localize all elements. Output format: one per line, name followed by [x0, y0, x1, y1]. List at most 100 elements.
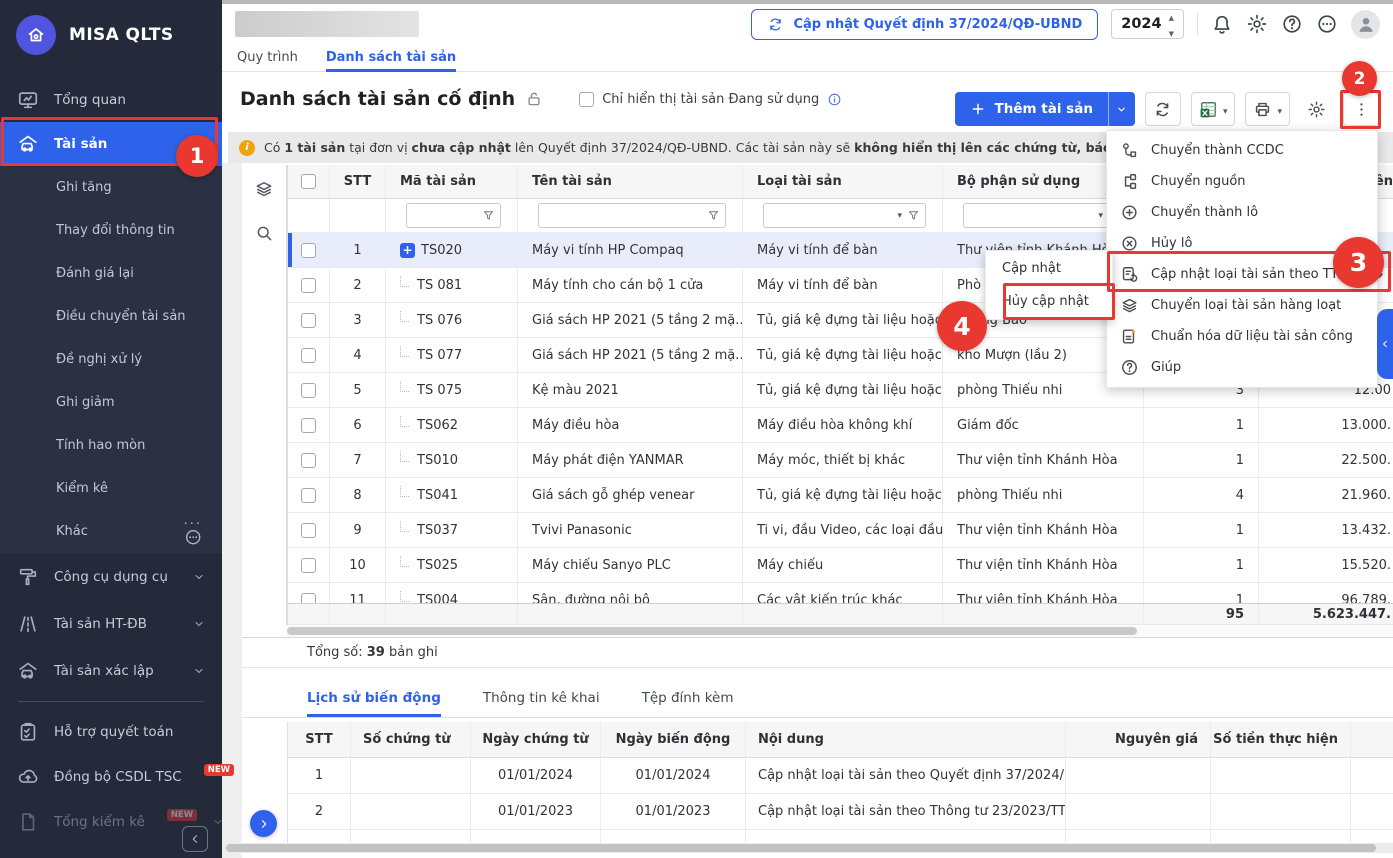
refresh-button[interactable]: [1145, 92, 1181, 126]
sidebar-item[interactable]: Tài sản HT-ĐB: [0, 600, 222, 647]
export-excel-button[interactable]: [1191, 92, 1236, 126]
sidebar-subitem[interactable]: Tính hao mòn: [0, 424, 222, 467]
layers-icon[interactable]: [254, 179, 274, 199]
sidebar-item[interactable]: Công cụ dụng cụ: [0, 553, 222, 600]
search-icon[interactable]: [254, 223, 274, 243]
table-row[interactable]: 7TS010Máy phát điện YANMARMáy móc, thiết…: [288, 443, 1393, 478]
gear-icon[interactable]: [1246, 13, 1268, 35]
row-checkbox[interactable]: [301, 593, 316, 604]
menu-item[interactable]: Chuyển thành lô: [1107, 197, 1377, 228]
column-filter-input[interactable]: [963, 203, 1127, 228]
row-checkbox[interactable]: [301, 313, 316, 328]
history-row[interactable]: 201/01/202301/01/2023Cập nhật loại tài s…: [288, 794, 1393, 830]
table-settings-button[interactable]: [1300, 92, 1333, 126]
sidebar-collapse-button[interactable]: [182, 826, 208, 852]
sidebar-subitem[interactable]: Khác: [0, 510, 222, 553]
sidebar-item[interactable]: Đồng bộ CSDL TSCNEW: [0, 754, 222, 799]
table-row[interactable]: 6TS062Máy điều hòaMáy điều hòa không khí…: [288, 408, 1393, 443]
show-in-use-filter[interactable]: Chỉ hiển thị tài sản Đang sử dụng: [579, 92, 842, 107]
table-row[interactable]: 9TS037Tvivi PanasonicTi vi, đầu Video, c…: [288, 513, 1393, 548]
table-row[interactable]: 10TS025Máy chiếu Sanyo PLCMáy chiếuThư v…: [288, 548, 1393, 583]
menu-item[interactable]: Chuyển thành CCDC: [1107, 135, 1377, 166]
detail-tab[interactable]: Lịch sử biến động: [307, 679, 441, 717]
funnel-icon: [482, 209, 495, 222]
menu-item[interactable]: Chuyển nguồn: [1107, 166, 1377, 197]
row-checkbox[interactable]: [301, 383, 316, 398]
table-horizontal-scrollbar[interactable]: [287, 625, 1393, 637]
row-checkbox[interactable]: [301, 348, 316, 363]
submenu-item[interactable]: Cập nhật: [986, 252, 1112, 285]
sidebar-item[interactable]: Tài sản xác lập: [0, 647, 222, 694]
checkbox[interactable]: [579, 92, 594, 107]
chevron-left-icon: [1380, 339, 1390, 349]
update-decision-button[interactable]: Cập nhật Quyết định 37/2024/QĐ-UBND: [751, 9, 1098, 40]
more-icon[interactable]: [1316, 13, 1338, 35]
submenu-item[interactable]: Hủy cập nhật: [986, 285, 1112, 318]
column-header: Mã tài sản: [386, 165, 518, 198]
sidebar-subitem[interactable]: Đề nghị xử lý: [0, 338, 222, 381]
avatar[interactable]: [1351, 10, 1380, 39]
asset-code: TS062: [417, 418, 458, 433]
add-asset-dropdown[interactable]: [1108, 92, 1135, 126]
column-filter-input[interactable]: [538, 203, 726, 228]
page-tab[interactable]: Quy trình: [237, 44, 298, 71]
sidebar-subitem[interactable]: Ghi giảm: [0, 381, 222, 424]
spinner-down-icon[interactable]: [1169, 24, 1174, 40]
add-asset-label: Thêm tài sản: [995, 101, 1093, 117]
column-header: Loại tài sản: [743, 165, 943, 198]
print-button[interactable]: [1245, 92, 1290, 126]
row-checkbox[interactable]: [301, 453, 316, 468]
year-spinner[interactable]: [1169, 8, 1174, 40]
bell-icon[interactable]: [1211, 13, 1233, 35]
history-cell: [351, 758, 471, 793]
sidebar-subitem-label: Tính hao mòn: [56, 438, 145, 453]
convert-ccdc-icon: [1120, 141, 1139, 160]
asset-qty: 1: [1144, 583, 1259, 603]
bottom-horizontal-scrollbar[interactable]: [222, 843, 1393, 853]
detail-tabs: Lịch sử biến động Thông tin kê khai Tệp đí…: [307, 679, 734, 717]
more-actions-button[interactable]: [1343, 92, 1379, 126]
sidebar-item-label: Tổng quan: [54, 92, 126, 108]
next-page-button[interactable]: [250, 810, 277, 837]
detail-tab[interactable]: Tệp đính kèm: [642, 679, 734, 717]
menu-item[interactable]: Chuyển loại tài sản hàng loạt: [1107, 290, 1377, 321]
row-checkbox[interactable]: [301, 488, 316, 503]
asset-type: Máy vi tính để bàn: [743, 268, 943, 302]
row-checkbox[interactable]: [301, 243, 316, 258]
table-row[interactable]: 11TS004Sân, đường nội bộCác vật kiến trú…: [288, 583, 1393, 603]
asset-code-cell: TS 077: [386, 338, 518, 372]
scrollbar-thumb[interactable]: [226, 844, 1376, 852]
expand-row-button[interactable]: [400, 243, 415, 258]
column-filter-input[interactable]: [763, 203, 926, 228]
row-checkbox[interactable]: [301, 558, 316, 573]
scrollbar-thumb[interactable]: [287, 627, 1137, 635]
menu-item[interactable]: Giúp: [1107, 352, 1377, 383]
row-select-cell: [288, 583, 330, 603]
column-header: Số chứng từ: [351, 722, 471, 757]
sidebar-subitem[interactable]: Đánh giá lại: [0, 252, 222, 295]
expand-panel-handle[interactable]: [1377, 309, 1393, 379]
tree-connector-icon: [400, 276, 409, 287]
detail-tab[interactable]: Thông tin kê khai: [483, 679, 600, 717]
sidebar-item-overview[interactable]: Tổng quan: [0, 78, 222, 122]
help-icon[interactable]: [1281, 13, 1303, 35]
sidebar-item-label: Hỗ trợ quyết toán: [54, 724, 173, 740]
sidebar-subitem[interactable]: Điều chuyển tài sản: [0, 295, 222, 338]
row-checkbox[interactable]: [301, 278, 316, 293]
row-checkbox[interactable]: [301, 523, 316, 538]
sidebar-item[interactable]: Hỗ trợ quyết toán: [0, 709, 222, 754]
menu-item[interactable]: Chuẩn hóa dữ liệu tài sản công: [1107, 321, 1377, 352]
sidebar-subitem[interactable]: Kiểm kê: [0, 467, 222, 510]
sidebar-subitem[interactable]: Thay đổi thông tin: [0, 209, 222, 252]
sidebar-subitem-label: Đề nghị xử lý: [56, 352, 142, 367]
select-all-checkbox[interactable]: [301, 174, 316, 189]
table-row[interactable]: 8TS041Giá sách gỗ ghép venearTủ, giá kệ …: [288, 478, 1393, 513]
year-selector[interactable]: 2024: [1111, 9, 1184, 39]
history-row[interactable]: 101/01/202401/01/2024Cập nhật loại tài s…: [288, 758, 1393, 794]
row-checkbox[interactable]: [301, 418, 316, 433]
column-filter-input[interactable]: [406, 203, 501, 228]
lock-open-icon: [525, 90, 543, 108]
page-tab[interactable]: Danh sách tài sản: [326, 44, 456, 71]
spinner-up-icon[interactable]: [1169, 8, 1174, 24]
add-asset-button[interactable]: Thêm tài sản: [955, 92, 1135, 126]
